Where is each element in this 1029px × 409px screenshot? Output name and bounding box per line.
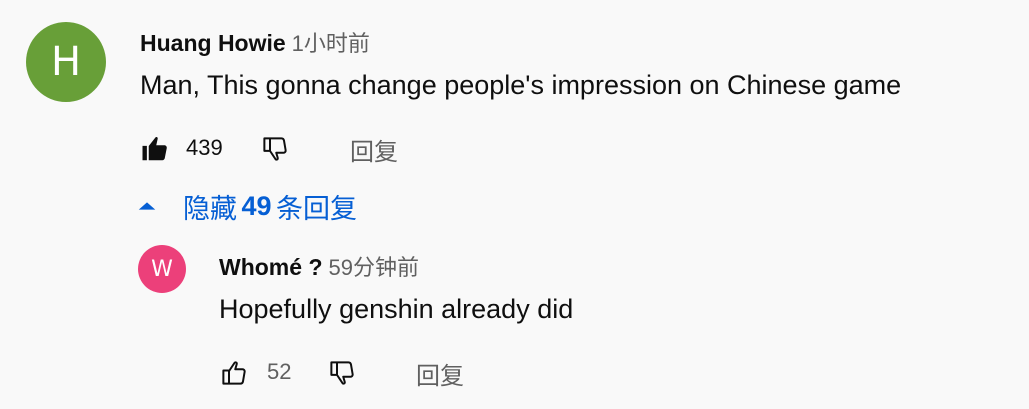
avatar[interactable]: H xyxy=(26,22,106,102)
comment-text: Hopefully genshin already did xyxy=(219,294,574,324)
author-name[interactable]: Whomé ? xyxy=(219,254,323,280)
comment-time[interactable]: 59分钟前 xyxy=(329,255,419,280)
reply-button[interactable]: 回复 xyxy=(350,131,398,167)
hide-replies-button[interactable]: 隐藏 49 条回复 xyxy=(136,186,357,226)
replies-count: 49 xyxy=(241,190,272,221)
triangle-up-icon xyxy=(138,202,156,210)
comment-header: Huang Howie 1小时前 xyxy=(140,26,370,58)
author-name[interactable]: Huang Howie xyxy=(140,30,286,56)
like-button[interactable] xyxy=(140,131,170,167)
comment-toolbar: 52 回复 xyxy=(219,355,499,391)
thumbs-up-filled-icon xyxy=(142,136,167,161)
thumbs-down-icon xyxy=(330,361,354,385)
like-count: 439 xyxy=(186,135,223,160)
thumbs-up-outline-icon xyxy=(222,361,246,385)
avatar[interactable]: W xyxy=(138,245,186,293)
thumbs-down-icon xyxy=(263,137,287,161)
replies-toggle-prefix: 隐藏 xyxy=(183,193,237,224)
dislike-button[interactable] xyxy=(260,131,290,167)
replies-toggle-suffix: 条回复 xyxy=(275,193,357,224)
reply-label: 回复 xyxy=(416,362,464,390)
comment-text: Man, This gonna change people's impressi… xyxy=(140,70,902,100)
dislike-button[interactable] xyxy=(327,355,357,391)
reply-label: 回复 xyxy=(350,138,398,166)
comment-time[interactable]: 1小时前 xyxy=(292,31,370,56)
comment-toolbar: 439 回复 xyxy=(140,131,470,167)
reply-button[interactable]: 回复 xyxy=(416,355,464,391)
comment-header: Whomé ? 59分钟前 xyxy=(219,250,419,282)
like-count: 52 xyxy=(267,359,292,384)
like-button[interactable] xyxy=(219,355,249,391)
